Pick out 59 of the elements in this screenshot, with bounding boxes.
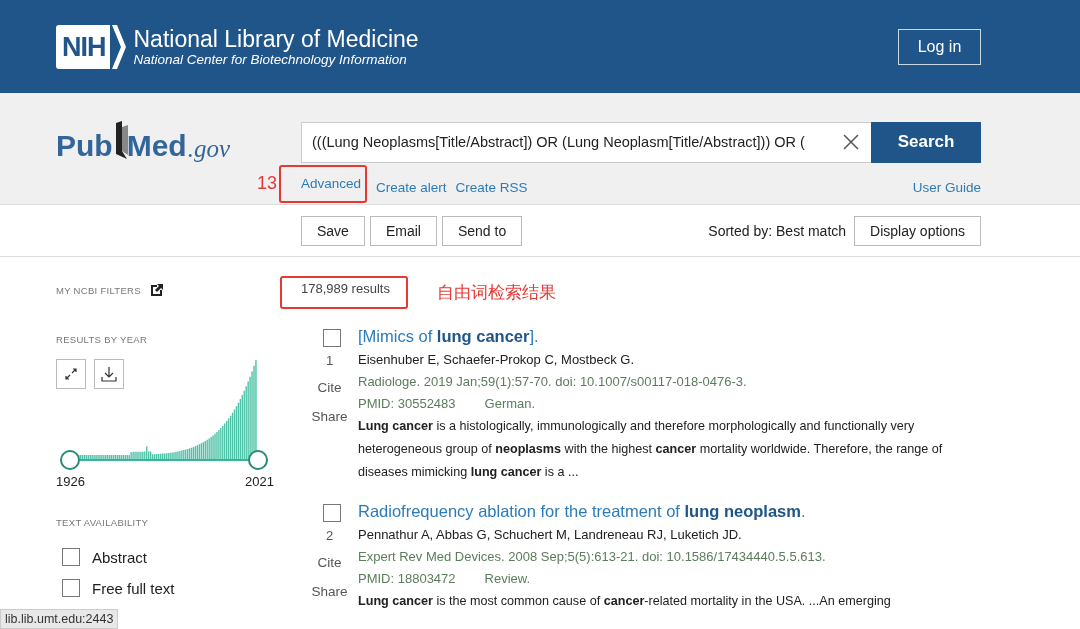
- result-authors: Pennathur A, Abbas G, Schuchert M, Landreneau RJ, Luketich JD.: [358, 526, 743, 544]
- filter-label: Free full text: [92, 579, 175, 597]
- result-authors: Eisenhuber E, Schaefer-Prokop C, Mostbeck G.: [358, 351, 635, 369]
- search-link[interactable]: Create alert: [376, 179, 447, 195]
- search-button[interactable]: Search: [871, 121, 981, 163]
- user-guide-link[interactable]: User Guide: [912, 179, 981, 195]
- download-button[interactable]: [94, 359, 124, 389]
- share-link[interactable]: Share: [311, 584, 348, 599]
- year-label: 2021: [245, 474, 274, 489]
- toolbar-button[interactable]: Save: [301, 215, 365, 246]
- pubmed-logo-text: Med: [126, 129, 187, 163]
- slider-handle[interactable]: [60, 450, 80, 470]
- share-link[interactable]: Share: [311, 409, 348, 424]
- year-label: 1926: [56, 474, 85, 489]
- login-button[interactable]: Log in: [898, 28, 981, 65]
- filter-checkbox[interactable]: [62, 579, 80, 597]
- filter-checkbox[interactable]: [62, 548, 80, 566]
- status-url: lib.lib.umt.edu:2443: [0, 609, 119, 629]
- filters-heading: MY NCBI FILTERS: [56, 284, 141, 296]
- result-title[interactable]: [Mimics of lung cancer].: [358, 327, 981, 346]
- expand-button[interactable]: [56, 359, 86, 389]
- result-note: German.: [484, 395, 536, 413]
- result-citation: Expert Rev Med Devices. 2008 Sep;5(5):613-21. doi: 10.1586/17434440.5.5.613.: [358, 548, 827, 566]
- result-snippet: Lung cancer is the most common cause of cancer-related mortality in the USA. ...An emerging: [358, 593, 892, 610]
- site-title: National Library of Medicine: [133, 26, 419, 52]
- result-checkbox[interactable]: [322, 329, 341, 347]
- search-link[interactable]: Create RSS: [455, 179, 528, 195]
- result-note: Review.: [484, 570, 531, 588]
- result-number: 1: [325, 353, 334, 368]
- expand-icon: [64, 367, 78, 381]
- toolbar-button[interactable]: Email: [369, 215, 437, 246]
- result-number: 2: [325, 528, 334, 543]
- pubmed-logo-domain: .gov: [187, 135, 231, 163]
- result-pmid: PMID: 30552483: [358, 395, 456, 413]
- site-subtitle: National Center for Biotechnology Information: [133, 52, 408, 67]
- toolbar-button[interactable]: Send to: [441, 215, 523, 246]
- cite-link[interactable]: Cite: [317, 555, 342, 570]
- cite-link[interactable]: Cite: [317, 380, 342, 395]
- filter-label: Abstract: [92, 548, 148, 566]
- text-availability-heading: TEXT AVAILABILITY: [56, 517, 150, 528]
- result-snippet: Lung cancer is a histologically, immunologically and therefore morphologically and functionally very heterogeneous group of neoplasms with the highest cancer mortality worldwide. Therefore, the range of diseases mimicking lung cancer is a ...: [358, 418, 944, 481]
- display-options-button[interactable]: Display options: [854, 215, 981, 246]
- pubmed-logo-text: Pub: [56, 129, 113, 163]
- annotation-text: 自由词检索结果: [437, 281, 556, 304]
- result-checkbox[interactable]: [322, 504, 341, 522]
- results-by-year-heading: RESULTS BY YEAR: [56, 334, 149, 345]
- external-link-icon[interactable]: [150, 284, 163, 296]
- sort-label: Sorted by: Best match: [708, 222, 847, 239]
- slider-handle[interactable]: [248, 450, 268, 470]
- clear-icon[interactable]: [843, 134, 859, 150]
- chevron-icon: [111, 24, 126, 69]
- download-icon: [101, 366, 117, 382]
- result-title[interactable]: Radiofrequency ablation for the treatment of lung neoplasm.: [358, 502, 981, 521]
- result-citation: Radiologe. 2019 Jan;59(1):57-70. doi: 10.1007/s00117-018-0476-3.: [358, 373, 748, 391]
- advanced-link[interactable]: Advanced: [301, 176, 362, 191]
- results-count: 178,989 results: [301, 281, 390, 296]
- search-field[interactable]: (((Lung Neoplasms[Title/Abstract]) OR (Lung Neoplasm[Title/Abstract])) OR (: [301, 121, 833, 163]
- annotation-number: 13: [256, 173, 277, 195]
- result-pmid: PMID: 18803472: [358, 570, 456, 588]
